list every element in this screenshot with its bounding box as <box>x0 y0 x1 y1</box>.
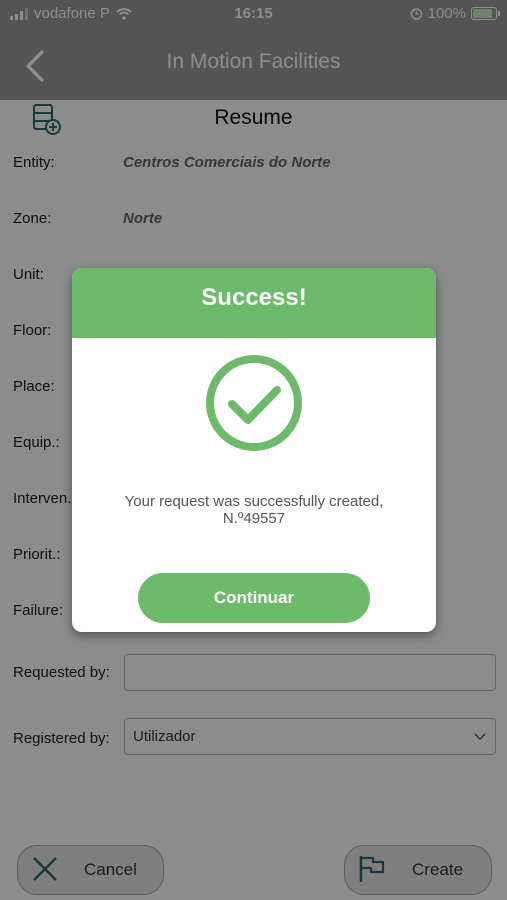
continue-button[interactable]: Continuar <box>138 573 370 623</box>
dialog-message-line1: Your request was successfully created, <box>124 493 384 510</box>
dialog-message-line2: N.º49557 <box>222 510 286 527</box>
dialog-title: Success! <box>72 268 436 338</box>
success-dialog: Success! Your request was successfully c… <box>72 268 436 632</box>
check-circle-icon <box>206 355 302 451</box>
dialog-message: Your request was successfully created, N… <box>92 493 416 527</box>
